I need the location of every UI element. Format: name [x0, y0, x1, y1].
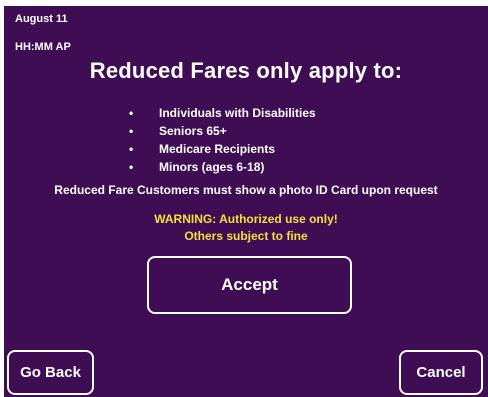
date-display: August 11 [15, 13, 68, 25]
list-item-label: Minors (ages 6-18) [159, 160, 265, 174]
list-item: • Individuals with Disabilities [129, 104, 316, 122]
accept-button[interactable]: Accept [147, 256, 352, 314]
photo-id-notice: Reduced Fare Customers must show a photo… [54, 183, 438, 197]
warning-line-1: WARNING: Authorized use only! [154, 212, 338, 226]
eligibility-list: • Individuals with Disabilities • Senior… [129, 104, 316, 176]
page-title: Reduced Fares only apply to: [89, 58, 403, 83]
list-item-label: Medicare Recipients [159, 142, 276, 156]
list-item: • Seniors 65+ [129, 122, 316, 140]
time-display: HH:MM AP [15, 41, 71, 53]
list-item-label: Seniors 65+ [159, 124, 227, 138]
list-item: • Minors (ages 6-18) [129, 158, 316, 176]
bullet-icon: • [129, 160, 134, 174]
bullet-icon: • [129, 124, 134, 138]
list-item-label: Individuals with Disabilities [159, 106, 316, 120]
warning-message: WARNING: Authorized use only! Others sub… [4, 211, 488, 245]
cancel-button[interactable]: Cancel [399, 350, 483, 395]
go-back-button[interactable]: Go Back [7, 350, 94, 395]
reduced-fare-screen: August 11 HH:MM AP Reduced Fares only ap… [4, 6, 488, 397]
bullet-icon: • [129, 142, 134, 156]
bullet-icon: • [129, 106, 134, 120]
warning-line-2: Others subject to fine [184, 229, 308, 243]
list-item: • Medicare Recipients [129, 140, 316, 158]
